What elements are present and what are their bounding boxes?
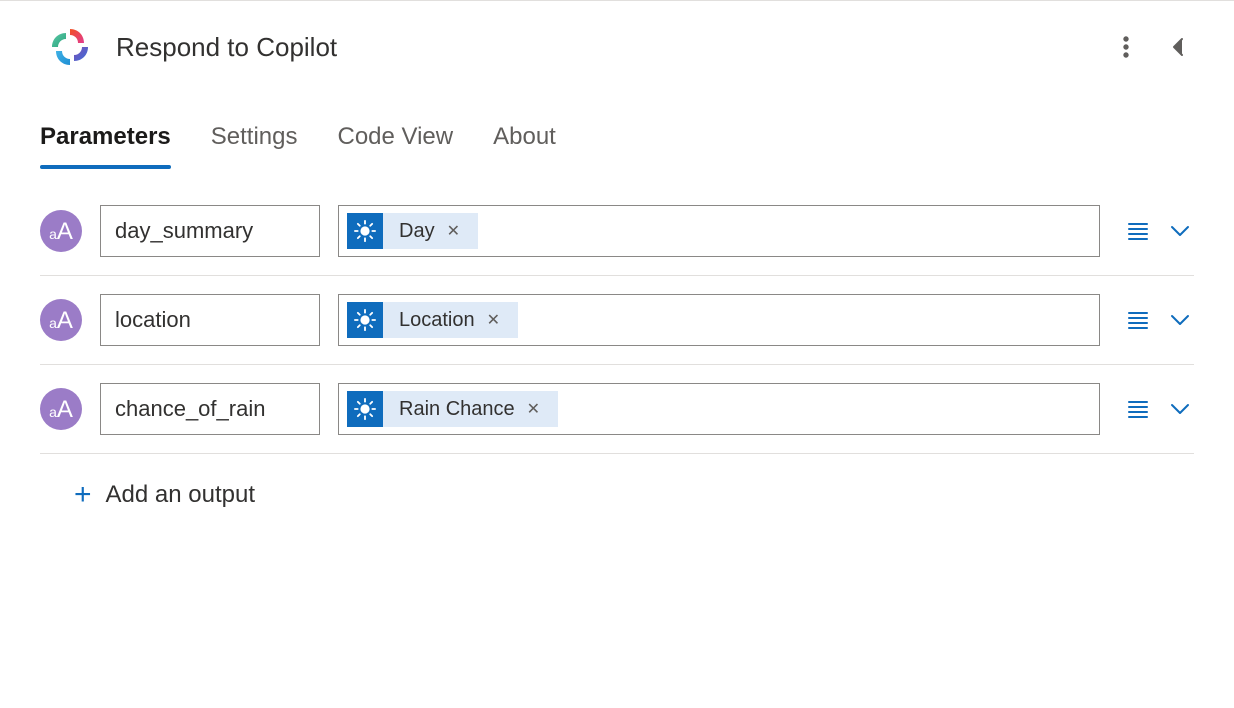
token-text: Location [399, 309, 475, 332]
tab-settings[interactable]: Settings [211, 123, 298, 165]
remove-token-button[interactable]: ✕ [445, 221, 462, 241]
header-actions [1110, 31, 1194, 63]
plus-icon: + [74, 480, 92, 510]
tab-about[interactable]: About [493, 123, 556, 165]
reorder-handle-icon[interactable] [1124, 395, 1152, 423]
text-type-badge-icon: aA [40, 388, 82, 430]
parameter-name-input[interactable]: chance_of_rain [100, 383, 320, 435]
dynamic-content-token[interactable]: Rain Chance ✕ [383, 391, 558, 427]
panel-title: Respond to Copilot [116, 32, 1110, 63]
token-text: Rain Chance [399, 398, 515, 421]
tab-code-view[interactable]: Code View [337, 123, 453, 165]
tab-bar: Parameters Settings Code View About [0, 123, 1234, 165]
row-actions [1118, 306, 1194, 334]
more-menu-button[interactable] [1110, 31, 1142, 63]
dynamic-content-token[interactable]: Location ✕ [383, 302, 518, 338]
expand-row-button[interactable] [1166, 395, 1194, 423]
token-text: Day [399, 220, 435, 243]
collapse-panel-button[interactable] [1162, 31, 1194, 63]
parameters-list: aA day_summary [0, 165, 1234, 510]
weather-source-icon [347, 213, 383, 249]
reorder-handle-icon[interactable] [1124, 306, 1152, 334]
row-actions [1118, 217, 1194, 245]
text-type-badge-icon: aA [40, 210, 82, 252]
parameter-name-input[interactable]: location [100, 294, 320, 346]
weather-source-icon [347, 391, 383, 427]
parameter-value-input[interactable]: Rain Chance ✕ [338, 383, 1100, 435]
remove-token-button[interactable]: ✕ [525, 399, 542, 419]
parameter-row: aA day_summary [40, 205, 1194, 276]
parameter-row: aA location [40, 276, 1194, 365]
row-actions [1118, 395, 1194, 423]
remove-token-button[interactable]: ✕ [485, 310, 502, 330]
parameter-value-input[interactable]: Location ✕ [338, 294, 1100, 346]
weather-source-icon [347, 302, 383, 338]
parameter-value-input[interactable]: Day ✕ [338, 205, 1100, 257]
dynamic-content-token[interactable]: Day ✕ [383, 213, 478, 249]
add-output-label: Add an output [106, 481, 255, 509]
add-output-button[interactable]: + Add an output [40, 454, 1194, 510]
tab-parameters[interactable]: Parameters [40, 123, 171, 165]
panel-header: Respond to Copilot [0, 1, 1234, 93]
expand-row-button[interactable] [1166, 217, 1194, 245]
parameter-name-input[interactable]: day_summary [100, 205, 320, 257]
text-type-badge-icon: aA [40, 299, 82, 341]
expand-row-button[interactable] [1166, 306, 1194, 334]
copilot-logo-icon [48, 25, 92, 69]
reorder-handle-icon[interactable] [1124, 217, 1152, 245]
parameter-row: aA chance_of_rain [40, 365, 1194, 454]
